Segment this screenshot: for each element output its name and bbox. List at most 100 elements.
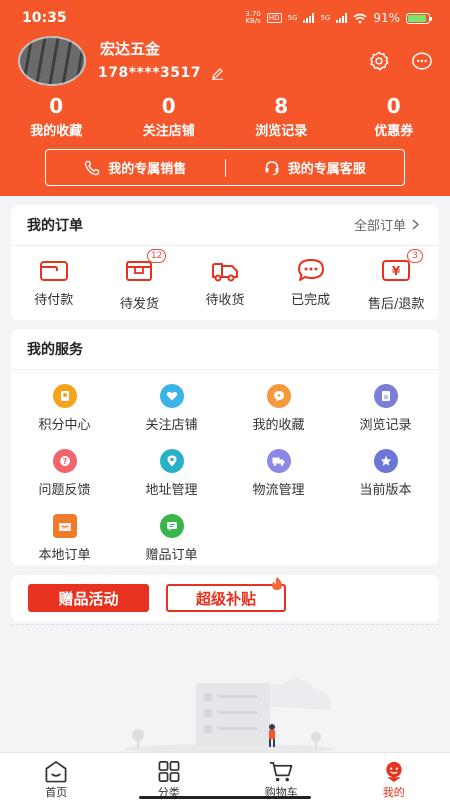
network-speed: 3.70 KB/s [245,10,261,25]
home-face-icon [45,761,67,783]
super-subsidy-button[interactable]: 超级补贴 [166,584,286,612]
location-icon [159,449,184,473]
battery-fill [408,14,427,22]
divider [11,369,439,370]
bottom-nav: 首页 分类 购物车 我的 [0,752,450,800]
signal-bars-icon-2 [336,13,348,23]
stat-label: 优惠券 [374,124,414,139]
order-completed[interactable]: 已完成 [268,257,354,312]
stat-value: 0 [49,94,64,118]
service-label: 当前版本 [359,483,412,498]
service-browsing-history[interactable]: 浏览记录 [332,384,439,433]
stats-row: 0 我的收藏 0 关注店铺 8 浏览记录 0 优惠券 [0,94,450,139]
truck-icon [211,263,238,282]
phone-number: 178****3517 [98,65,201,81]
all-orders-link[interactable]: 全部订单 [354,215,419,234]
order-label: 待发货 [119,297,159,312]
order-label: 待收货 [205,293,245,308]
mine-icon [386,761,402,783]
stat-value: 0 [161,94,176,118]
settings-gear-icon[interactable] [368,50,390,72]
heart-icon [159,384,184,408]
chevron-right-icon [412,219,419,230]
cart-icon [270,762,293,782]
status-time: 10:35 [22,10,67,26]
nav-label: 首页 [45,786,68,799]
home-indicator [139,796,311,799]
nav-label: 我的 [382,786,405,799]
stat-label: 我的收藏 [30,124,83,139]
service-label: 本地订单 [38,548,91,563]
stat-coupons[interactable]: 0 优惠券 [338,94,450,139]
order-label: 售后/退款 [367,297,425,312]
exclusive-sales-button[interactable]: 我的专属销售 [46,158,225,177]
avatar[interactable] [18,36,86,86]
nav-category[interactable]: 分类 [113,753,226,800]
wifi-icon [353,13,367,23]
points-icon [52,384,77,408]
nav-cart[interactable]: 购物车 [225,753,338,800]
order-pending-receipt[interactable]: 待收货 [182,257,268,312]
stat-favorites[interactable]: 0 我的收藏 [0,94,113,139]
service-gift-orders[interactable]: 赠品订单 [118,514,225,563]
service-feedback[interactable]: ? 问题反馈 [11,449,118,498]
order-pending-payment[interactable]: 待付款 [11,257,97,312]
service-label: 物流管理 [252,483,305,498]
services-title: 我的服务 [27,342,83,358]
service-label: 地址管理 [145,483,198,498]
profile-header: 宏达五金 178****3517 0 我的收藏 0 关注店铺 8 浏览记录 0 … [0,36,450,196]
promo-card: 赠品活动 超级补贴 [11,575,439,622]
contact-box: 我的专属销售 我的专属客服 [45,149,405,186]
svg-text:?: ? [62,457,67,466]
document-icon [373,384,398,408]
gift-activity-button[interactable]: 赠品活动 [28,584,149,612]
exclusive-service-label: 我的专属客服 [287,162,366,177]
orders-card: 我的订单 全部订单 待付款 12 待发货 待收货 已完成 ¥ 3 售后/退款 [11,205,439,320]
exclusive-service-button[interactable]: 我的专属客服 [226,158,405,177]
service-label: 问题反馈 [38,483,91,498]
signal-label-1: 5G [287,14,298,22]
empty-state-illustration [125,678,335,754]
service-label: 浏览记录 [359,418,412,433]
battery-icon [406,12,432,24]
flame-icon [272,577,282,590]
service-logistics[interactable]: 物流管理 [225,449,332,498]
edit-pencil-icon[interactable] [211,67,224,80]
stat-history[interactable]: 8 浏览记录 [225,94,338,139]
stat-value: 0 [386,94,401,118]
service-label: 积分中心 [38,418,91,433]
service-my-favorites[interactable]: 我的收藏 [225,384,332,433]
nav-home[interactable]: 首页 [0,753,113,800]
battery-percent: 91% [373,11,400,25]
stat-followed-shops[interactable]: 0 关注店铺 [113,94,226,139]
badge-count: 3 [407,249,424,263]
service-local-orders[interactable]: 本地订单 [11,514,118,563]
stat-label: 浏览记录 [255,124,308,139]
dashed-divider [11,624,439,625]
nav-mine[interactable]: 我的 [338,753,450,800]
signal-label-2: 5G [320,14,331,22]
service-address[interactable]: 地址管理 [118,449,225,498]
order-pending-shipment[interactable]: 12 待发货 [97,249,183,312]
stat-label: 关注店铺 [142,124,195,139]
order-after-sales[interactable]: ¥ 3 售后/退款 [353,249,439,312]
status-indicators: 3.70 KB/s HD 5G 5G 91% [245,10,432,25]
status-bar: 10:35 3.70 KB/s HD 5G 5G 91% [0,0,450,36]
grid-icon [158,761,180,782]
shop-name: 宏达五金 [100,40,161,58]
service-version[interactable]: 当前版本 [332,449,439,498]
exclusive-sales-label: 我的专属销售 [108,162,187,177]
service-followed-shops[interactable]: 关注店铺 [118,384,225,433]
star-icon [373,449,398,473]
star-chat-icon [266,384,291,408]
service-points-center[interactable]: 积分中心 [11,384,118,433]
divider [11,245,439,246]
message-dots-icon[interactable] [411,50,433,72]
badge-count: 12 [146,249,167,263]
phone-row: 178****3517 [98,65,224,81]
service-label: 赠品订单 [145,548,198,563]
service-label: 关注店铺 [145,418,198,433]
headset-icon [265,160,279,175]
services-card: 我的服务 积分中心 关注店铺 我的收藏 浏览记录 ? 问题反馈 地址管理 物流管… [11,329,439,565]
wallet-icon [39,261,68,281]
